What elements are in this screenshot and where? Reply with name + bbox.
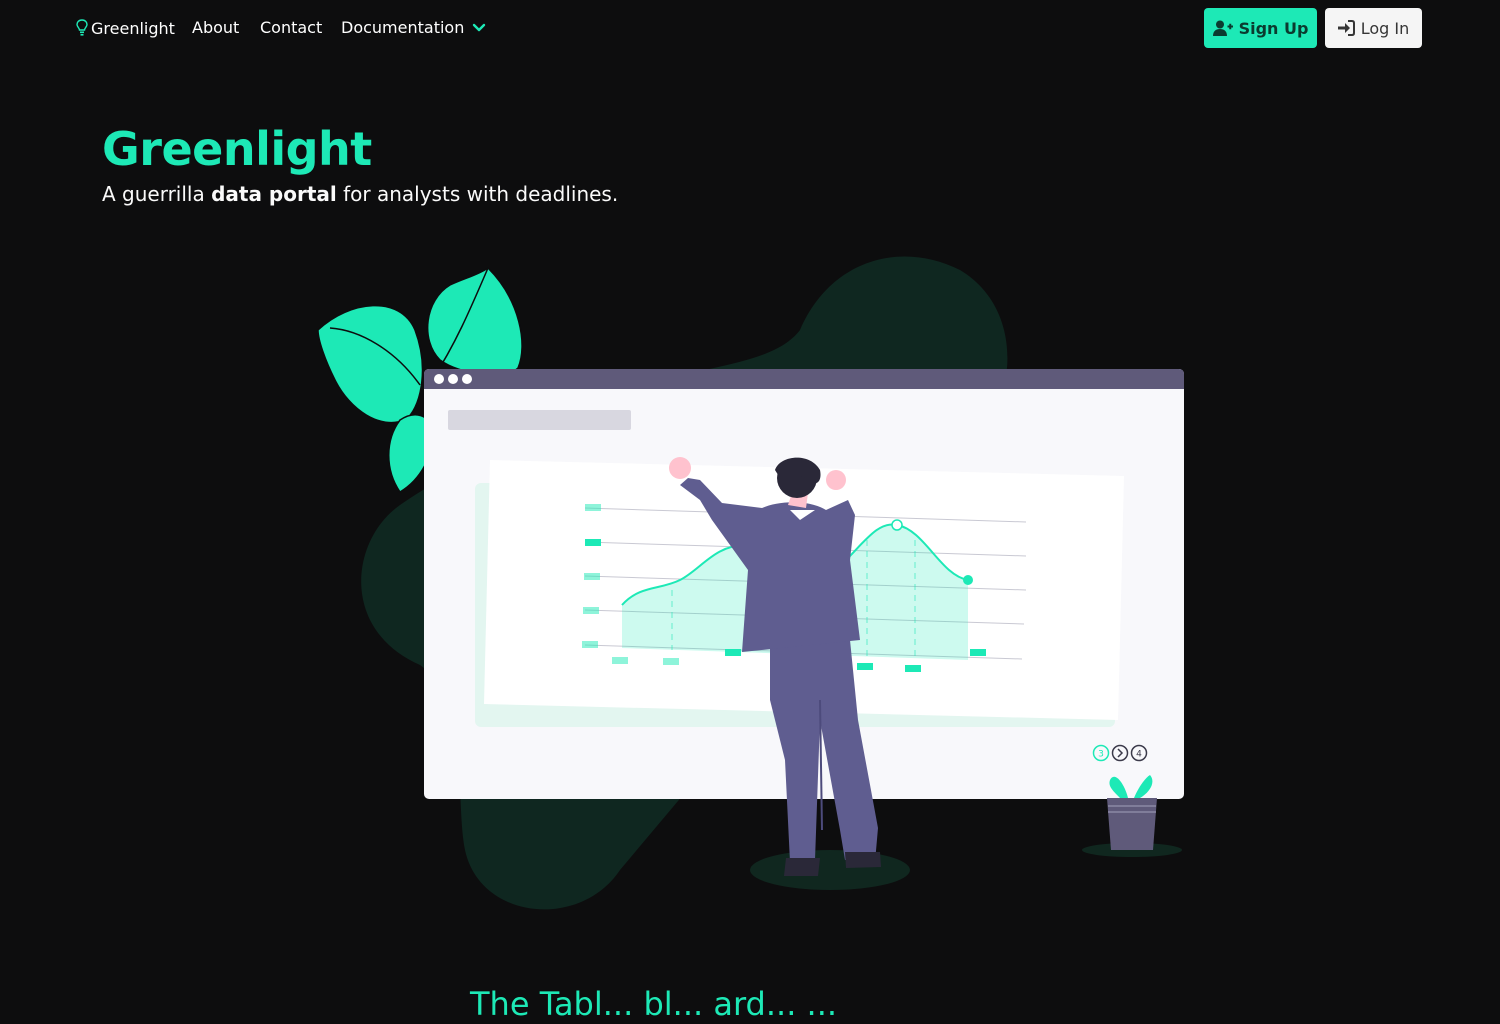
hero-illustration: 3 4 <box>317 256 1184 910</box>
next-section-heading: The Tabl... bl... ard... ... <box>470 985 838 1023</box>
chart-point-hollow <box>891 519 903 531</box>
pager-label-4: 4 <box>1136 750 1142 760</box>
chart-point <box>963 575 973 585</box>
pager-label-3: 3 <box>1098 750 1104 760</box>
